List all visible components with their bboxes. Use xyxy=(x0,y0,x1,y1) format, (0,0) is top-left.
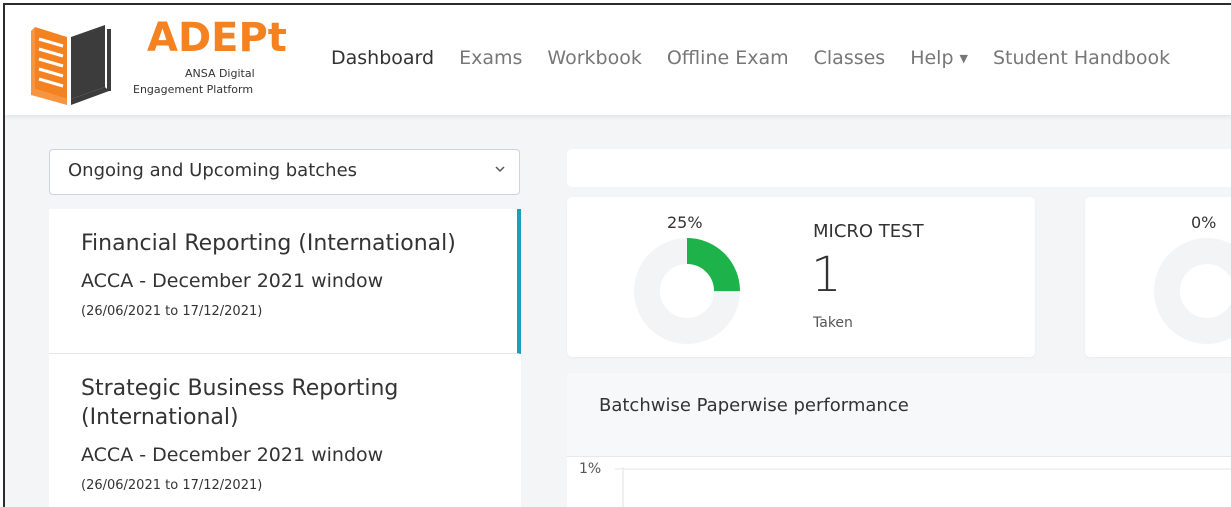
batch-item-strategic-business-reporting[interactable]: Strategic Business Reporting (Internatio… xyxy=(49,354,521,507)
nav-help-label: Help xyxy=(910,47,954,69)
batch-window: ACCA - December 2021 window xyxy=(81,444,384,466)
batch-list: Financial Reporting (International) ACCA… xyxy=(49,209,521,507)
brand-logo[interactable]: ADEPt ANSA Digital Engagement Platform xyxy=(27,15,287,109)
performance-card: Batchwise Paperwise performance 1% xyxy=(567,373,1231,507)
nav-workbook[interactable]: Workbook xyxy=(547,47,641,69)
stat-subtitle: Taken xyxy=(813,315,853,331)
batch-name: Strategic Business Reporting (Internatio… xyxy=(81,376,399,430)
chevron-down-icon xyxy=(495,166,505,173)
brand-subtitle-line2: Engagement Platform xyxy=(133,83,254,96)
brand-title: ADEPt xyxy=(147,15,287,61)
book-logo-icon xyxy=(31,25,111,105)
nav-dashboard[interactable]: Dashboard xyxy=(331,47,434,69)
batch-filter-select[interactable]: Ongoing and Upcoming batches xyxy=(49,149,520,195)
nav-classes[interactable]: Classes xyxy=(814,47,886,69)
stat-percent: 25% xyxy=(667,213,703,232)
batch-dates: (26/06/2021 to 17/12/2021) xyxy=(81,304,263,319)
stat-title: MICRO TEST xyxy=(813,221,924,242)
performance-title: Batchwise Paperwise performance xyxy=(567,373,1231,457)
nav-exams[interactable]: Exams xyxy=(459,47,522,69)
stat-card-second: 0% xyxy=(1085,197,1231,357)
batch-window: ACCA - December 2021 window xyxy=(81,270,384,292)
nav-help[interactable]: Help ▼ xyxy=(910,47,968,69)
app-window: ADEPt ANSA Digital Engagement Platform D… xyxy=(3,3,1231,507)
stat-card-micro-test: 25% MICRO TEST 1 Taken xyxy=(567,197,1035,357)
progress-donut xyxy=(634,238,740,344)
main-nav: Dashboard Exams Workbook Offline Exam Cl… xyxy=(331,47,1195,69)
batch-dates: (26/06/2021 to 17/12/2021) xyxy=(81,478,263,493)
brand-subtitle-line1: ANSA Digital xyxy=(185,67,255,80)
progress-donut xyxy=(1154,238,1231,344)
content-top-bar xyxy=(567,149,1231,187)
batch-item-financial-reporting[interactable]: Financial Reporting (International) ACCA… xyxy=(49,209,521,354)
nav-offline-exam[interactable]: Offline Exam xyxy=(667,47,789,69)
top-navbar: ADEPt ANSA Digital Engagement Platform D… xyxy=(5,5,1231,115)
performance-chart: 1% xyxy=(579,461,1231,507)
batch-filter-value: Ongoing and Upcoming batches xyxy=(68,160,358,181)
stat-count: 1 xyxy=(811,247,842,303)
batch-name: Financial Reporting (International) xyxy=(81,231,456,256)
stat-percent: 0% xyxy=(1191,213,1217,232)
nav-student-handbook[interactable]: Student Handbook xyxy=(993,47,1170,69)
caret-down-icon: ▼ xyxy=(959,52,968,65)
y-axis-tick: 1% xyxy=(579,461,601,477)
